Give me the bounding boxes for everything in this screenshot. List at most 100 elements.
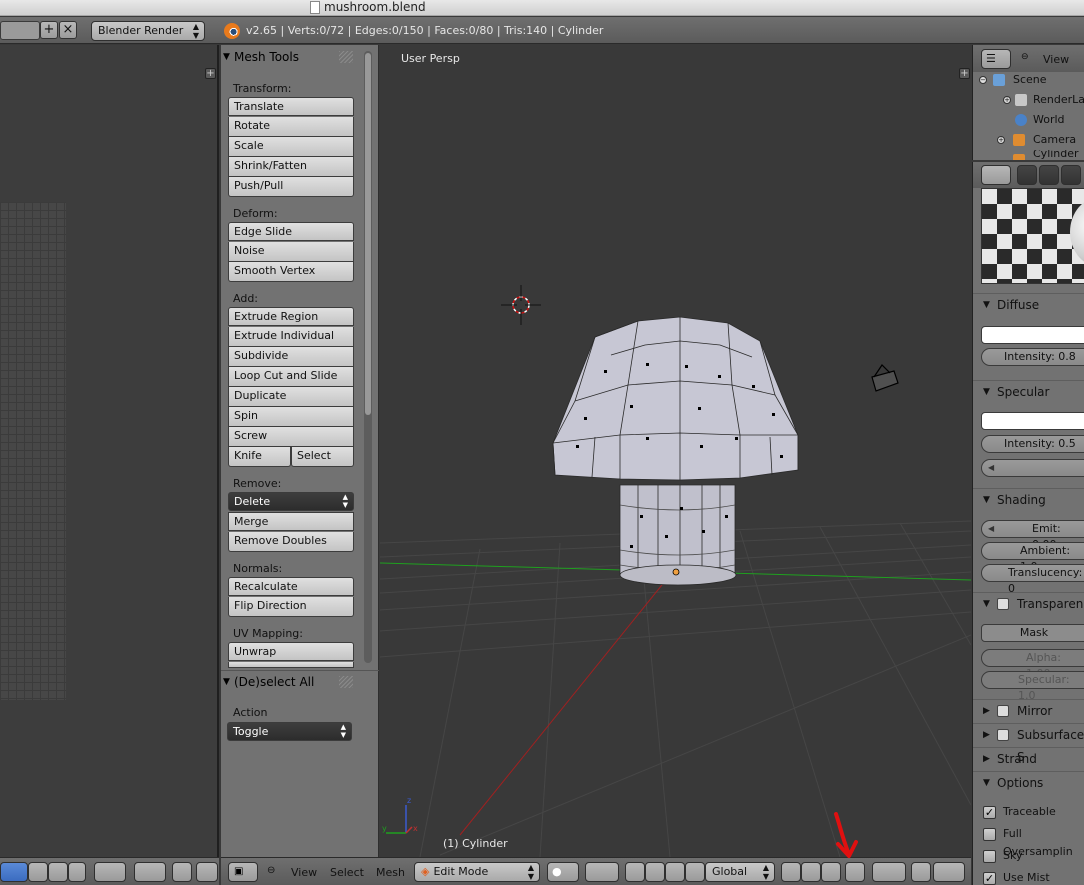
occlude-geometry-icon[interactable] [845, 862, 865, 882]
mirror-checkbox[interactable] [997, 705, 1009, 717]
options-panel-header[interactable]: ▼ Options [973, 771, 1084, 793]
uv-select-mode-icon[interactable] [0, 862, 28, 882]
proportional-edit-dropdown[interactable] [134, 862, 166, 882]
collapse-icon[interactable]: − [979, 76, 987, 84]
remove-doubles-button[interactable]: Remove Doubles [228, 532, 354, 552]
screw-button[interactable]: Screw [228, 427, 354, 447]
snap-element-icon[interactable] [196, 862, 218, 882]
uv-sticky-icon[interactable] [68, 862, 86, 882]
ambient-slider[interactable]: Ambient: 1.0 [981, 542, 1084, 573]
edge-select-icon[interactable] [801, 862, 821, 882]
scale-manipulator-icon[interactable] [685, 862, 705, 882]
extrude-individual-button[interactable]: Extrude Individual [228, 327, 354, 347]
render-tab-icon[interactable] [1017, 165, 1037, 185]
snap-icon[interactable] [172, 862, 192, 882]
diffuse-panel-header[interactable]: ▼ Diffuse [973, 293, 1084, 315]
expand-region-icon[interactable]: + [205, 68, 216, 79]
alpha-slider[interactable]: Alpha: 1.00 [981, 649, 1084, 680]
select-menu[interactable]: Select [330, 866, 364, 879]
knife-button[interactable]: Knife [228, 447, 291, 467]
outliner-item-cylinder[interactable]: Cylinder [973, 150, 1084, 160]
smooth-vertex-button[interactable]: Smooth Vertex [228, 262, 354, 282]
mesh-menu[interactable]: Mesh [376, 866, 405, 879]
viewport-shading-dropdown[interactable]: ● [547, 862, 579, 882]
snap-icon[interactable] [911, 862, 931, 882]
expand-icon[interactable]: + [1003, 96, 1011, 104]
sky-checkbox[interactable]: Sky [983, 847, 1084, 865]
decrement-arrow-icon[interactable]: ◀ [988, 521, 994, 537]
mirror-panel-header[interactable]: ▶ Mirror [973, 699, 1084, 721]
specular-intensity-slider[interactable]: Intensity: 0.5 [981, 435, 1084, 453]
view-menu[interactable]: View [291, 866, 317, 879]
outliner-item-scene[interactable]: − Scene [973, 70, 1084, 90]
snap-element-dropdown[interactable] [933, 862, 965, 882]
outliner-item-world[interactable]: World [973, 110, 1084, 130]
face-select-icon[interactable] [821, 862, 841, 882]
subsurface-checkbox[interactable] [997, 729, 1009, 741]
knife-select-button[interactable]: Select [291, 447, 354, 467]
outliner-item-renderlayers[interactable]: + RenderLay [973, 90, 1084, 110]
mode-dropdown[interactable]: ◈ Edit Mode ▲ ▼ [414, 862, 540, 882]
specular-hardness-field[interactable]: ◀ [981, 459, 1084, 477]
specular-color-swatch[interactable] [981, 412, 1084, 430]
noise-button[interactable]: Noise [228, 242, 354, 262]
remove-screen-icon[interactable]: × [59, 21, 77, 39]
collapse-icon[interactable]: ⊖ [1021, 52, 1029, 62]
use-mist-checkbox[interactable]: ✓ Use Mist [983, 869, 1084, 885]
transparency-panel-header[interactable]: ▼ Transparenc [973, 592, 1084, 614]
traceable-checkbox[interactable]: ✓ Traceable [983, 803, 1084, 821]
unwrap-button[interactable]: Unwrap [228, 642, 354, 661]
extrude-region-button[interactable]: Extrude Region [228, 307, 354, 326]
outliner-view-menu[interactable]: View [1043, 53, 1069, 66]
pivot-point-dropdown[interactable] [585, 862, 619, 882]
duplicate-button[interactable]: Duplicate [228, 387, 354, 407]
full-oversampling-checkbox[interactable]: Full Oversamplin [983, 825, 1084, 858]
subdivide-button[interactable]: Subdivide [228, 347, 354, 367]
decrement-arrow-icon[interactable]: ◀ [988, 460, 994, 476]
subsurface-panel-header[interactable]: ▶ Subsurface S [973, 723, 1084, 764]
deselect-all-panel-header[interactable]: ▼ (De)select All [221, 670, 371, 694]
shading-panel-header[interactable]: ▼ Shading [973, 488, 1084, 510]
action-dropdown[interactable]: Toggle ▲ ▼ [227, 722, 352, 741]
mesh-tools-panel-header[interactable]: ▼ Mesh Tools [221, 45, 371, 69]
screen-layout-field[interactable] [0, 21, 40, 40]
uv-select-face-icon[interactable] [28, 862, 48, 882]
recalculate-button[interactable]: Recalculate [228, 577, 354, 596]
outliner-item-camera[interactable]: + Camera [973, 130, 1084, 150]
push-pull-button[interactable]: Push/Pull [228, 177, 354, 197]
uv-select-island-icon[interactable] [48, 862, 68, 882]
expand-icon[interactable]: + [997, 136, 1005, 144]
editor-type-button[interactable]: ▣ [228, 862, 258, 882]
spin-button[interactable]: Spin [228, 407, 354, 427]
manipulator-toggle-icon[interactable] [625, 862, 645, 882]
diffuse-intensity-slider[interactable]: Intensity: 0.8 [981, 348, 1084, 366]
tool-shelf-scrollbar[interactable] [364, 51, 372, 663]
render-engine-dropdown[interactable]: Blender Render ▲ ▼ [91, 21, 205, 41]
3d-viewport[interactable]: User Persp + z x y (1) Cylinder [380, 45, 971, 857]
emit-field[interactable]: ◀Emit: 0.00 [981, 520, 1084, 551]
diffuse-color-swatch[interactable] [981, 326, 1084, 344]
edge-slide-button[interactable]: Edge Slide [228, 222, 354, 241]
scale-button[interactable]: Scale [228, 137, 354, 157]
transparency-checkbox[interactable] [997, 598, 1009, 610]
rotate-button[interactable]: Rotate [228, 117, 354, 137]
collapse-menus-icon[interactable]: ⊖ [267, 865, 275, 876]
translucency-slider[interactable]: Translucency: 0 [981, 564, 1084, 595]
editor-type-button[interactable]: ☰ [981, 49, 1011, 69]
rotate-manipulator-icon[interactable] [665, 862, 685, 882]
add-screen-icon[interactable]: + [40, 21, 58, 39]
render-layers-tab-icon[interactable] [1039, 165, 1059, 185]
uv-image-editor[interactable]: + [0, 45, 219, 857]
flip-direction-button[interactable]: Flip Direction [228, 597, 354, 617]
world-tab-icon[interactable] [1061, 165, 1081, 185]
shrink-fatten-button[interactable]: Shrink/Fatten [228, 157, 354, 177]
transparency-specular-slider[interactable]: Specular: 1.0 [981, 671, 1084, 702]
loop-cut-button[interactable]: Loop Cut and Slide [228, 367, 354, 387]
clipped-button[interactable] [228, 662, 354, 668]
scrollbar-thumb[interactable] [365, 53, 371, 415]
uv-pivot-dropdown[interactable] [94, 862, 126, 882]
vertex-select-icon[interactable] [781, 862, 801, 882]
translate-button[interactable]: Translate [228, 97, 354, 116]
strand-panel-header[interactable]: ▶ Strand [973, 747, 1084, 769]
merge-button[interactable]: Merge [228, 512, 354, 531]
